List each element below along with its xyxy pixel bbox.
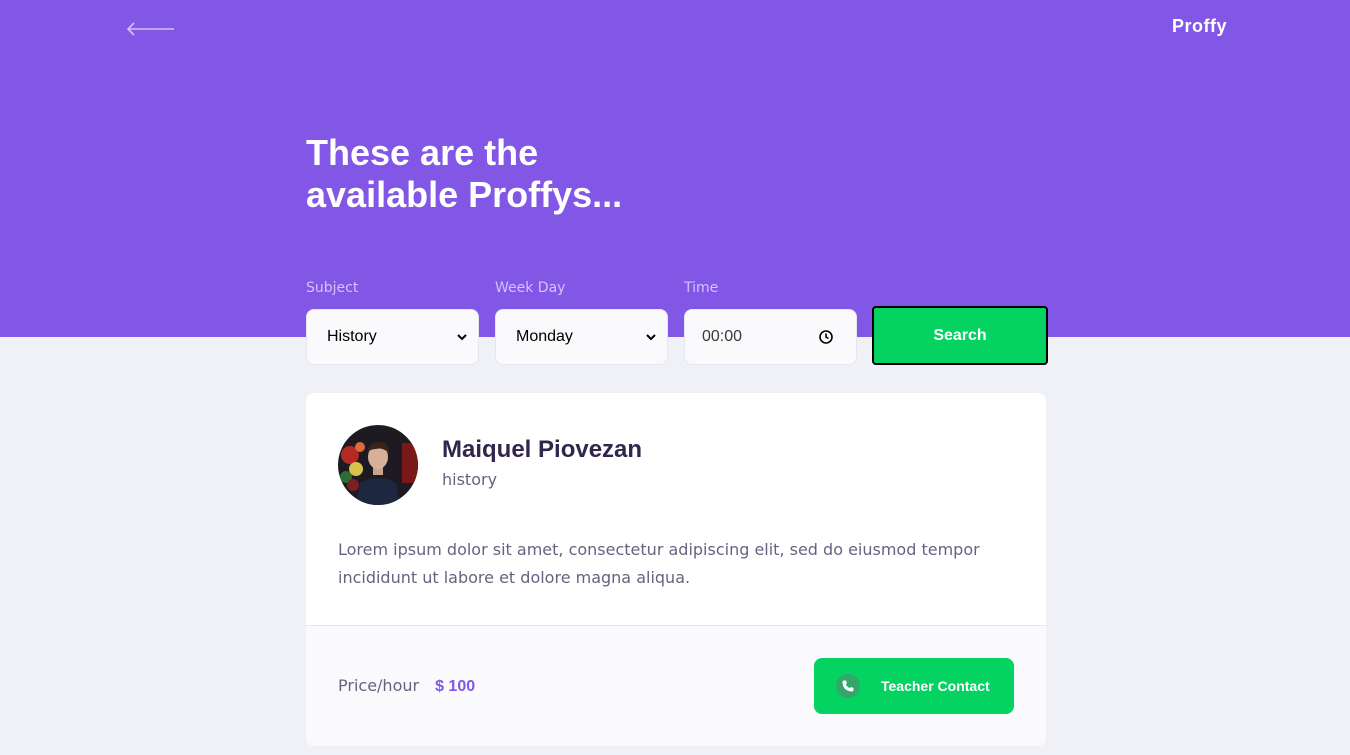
week-day-label: Week Day — [495, 280, 566, 296]
page-title-line-1: These are the — [306, 132, 539, 173]
arrow-left-icon — [126, 22, 174, 36]
price: Price/hour $ 100 — [338, 676, 475, 696]
teacher-name: Maiquel Piovezan — [442, 436, 643, 463]
subject-label: Subject — [306, 280, 359, 296]
logo: Proffy — [1171, 16, 1227, 36]
page-title: These are the available Proffys... — [306, 132, 686, 216]
teacher-contact-label: Teacher Contact — [881, 678, 990, 694]
clock-icon[interactable] — [818, 329, 834, 345]
teacher-subject: history — [442, 470, 498, 489]
subject-select[interactable]: History — [306, 309, 479, 365]
week-day-select-value: Monday — [516, 328, 573, 345]
price-label: Price/hour — [338, 676, 420, 695]
subject-select-value: History — [327, 328, 377, 345]
page-title-line-2: available Proffys... — [306, 174, 623, 215]
chevron-down-icon — [457, 334, 467, 341]
time-field: Time 00:00 — [684, 280, 857, 365]
subject-field: Subject History — [306, 280, 479, 365]
page-header: Proffy These are the available Proffys..… — [0, 0, 1350, 337]
teacher-contact-button[interactable]: Teacher Contact — [814, 658, 1014, 714]
price-value: $ 100 — [435, 678, 476, 695]
teacher-card: Maiquel Piovezan history Lorem ipsum dol… — [306, 393, 1046, 746]
card-footer: Price/hour $ 100 Teacher Contact — [306, 625, 1046, 746]
avatar — [338, 425, 418, 505]
back-button[interactable] — [124, 18, 178, 40]
time-input[interactable]: 00:00 — [684, 309, 857, 365]
search-button[interactable]: Search — [872, 306, 1048, 365]
teacher-bio: Lorem ipsum dolor sit amet, consectetur … — [338, 540, 980, 587]
chevron-down-icon — [646, 334, 656, 341]
time-label: Time — [684, 280, 719, 296]
whatsapp-icon — [836, 674, 860, 698]
week-day-field: Week Day Monday — [495, 280, 668, 365]
week-day-select[interactable]: Monday — [495, 309, 668, 365]
time-input-value: 00:00 — [702, 328, 743, 345]
